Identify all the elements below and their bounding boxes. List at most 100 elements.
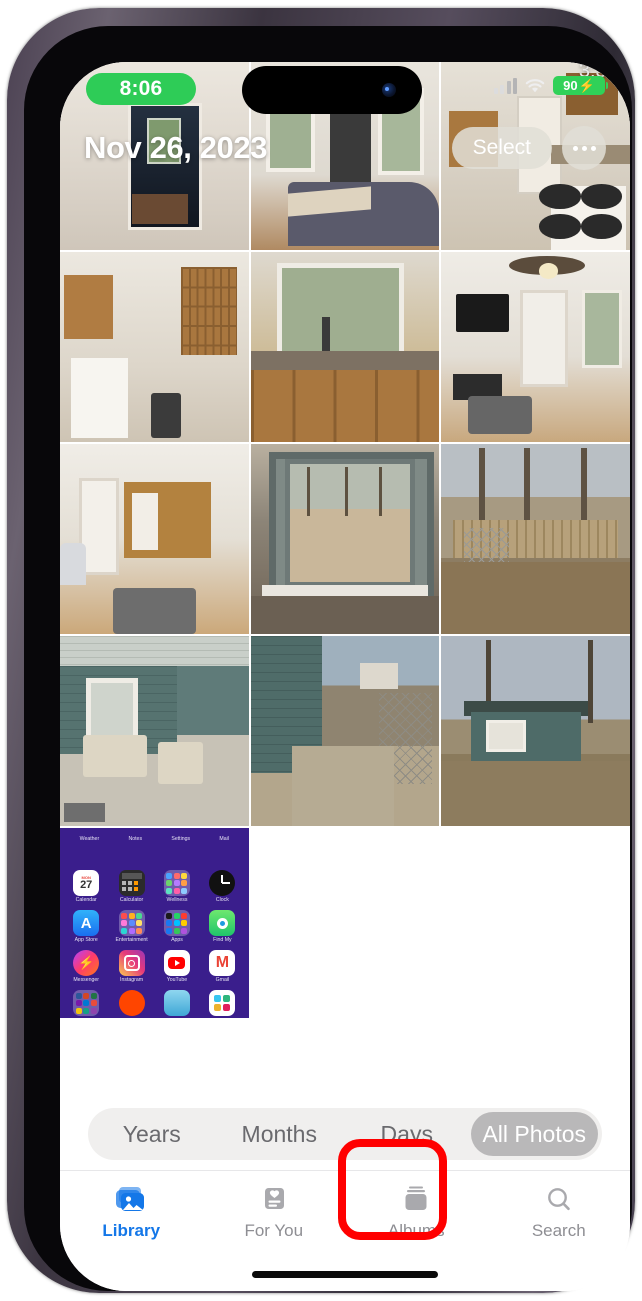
- home-app-gmail[interactable]: M Gmail: [201, 950, 243, 990]
- albums-stack-icon: [399, 1185, 433, 1215]
- tab-label: For You: [244, 1221, 304, 1240]
- photo-thumbnail-large-window-backyard-view[interactable]: [250, 444, 440, 634]
- tab-label: Library: [102, 1221, 161, 1240]
- tab-for-you[interactable]: For You: [203, 1185, 346, 1241]
- photo-grid-empty-slot: [441, 828, 630, 1018]
- home-app-label: Entertainment: [115, 936, 148, 943]
- home-app-label-settings: Settings: [171, 835, 191, 842]
- home-app-label-mail: Mail: [219, 835, 229, 842]
- home-app-label-weather: Weather: [79, 835, 100, 842]
- entertainment-folder-icon: [118, 910, 145, 936]
- calendar-date: 27: [80, 878, 93, 891]
- photo-thumbnail-front-porch-with-furniture[interactable]: [60, 636, 249, 826]
- home-app-label: Apps: [171, 936, 183, 943]
- cellular-signal-icon: [493, 77, 517, 94]
- select-button[interactable]: Select: [451, 127, 552, 169]
- segment-years[interactable]: Years: [88, 1121, 216, 1148]
- calculator-icon: [118, 870, 145, 896]
- home-app-clock[interactable]: Clock: [201, 870, 243, 910]
- home-app-label: Find My: [213, 936, 232, 943]
- photo-thumbnail-exterior-rear-of-house[interactable]: [441, 636, 630, 826]
- photo-grid: 3:36 Weather Notes Settings Mail MON 27 …: [60, 62, 630, 1092]
- segment-all-photos[interactable]: All Photos: [470, 1112, 598, 1156]
- ellipsis-icon-dot: [590, 145, 596, 151]
- home-app-label: Instagram: [120, 976, 144, 983]
- phone-bezel: 3:36 Weather Notes Settings Mail MON 27 …: [24, 26, 632, 1291]
- home-app-label-notes: Notes: [128, 835, 143, 842]
- wellness-folder-icon: [163, 870, 190, 896]
- home-indicator: [252, 1271, 438, 1278]
- home-app-wellness[interactable]: Wellness: [156, 870, 198, 910]
- battery-percent: 90: [563, 78, 578, 93]
- game-icon: [163, 990, 190, 1016]
- photo-grid-row: [60, 252, 630, 442]
- magnifier-icon: [542, 1185, 576, 1215]
- for-you-card-icon: [257, 1185, 291, 1215]
- home-app-messenger[interactable]: ⚡ Messenger: [65, 950, 107, 990]
- phone-frame: 3:36 Weather Notes Settings Mail MON 27 …: [7, 8, 635, 1293]
- home-app-apps[interactable]: Apps: [156, 910, 198, 950]
- timeline-segmented-control[interactable]: Years Months Days All Photos: [88, 1108, 602, 1160]
- photo-grid-row: [60, 444, 630, 634]
- home-app-label: Calculator: [119, 896, 144, 903]
- home-app-label: Messenger: [73, 976, 100, 983]
- home-app-label: Gmail: [215, 976, 230, 983]
- dynamic-island: [242, 66, 422, 114]
- find-my-icon: [209, 910, 236, 936]
- ellipsis-icon-dot: [572, 145, 578, 151]
- page-title: Nov 26, 2023: [84, 130, 268, 165]
- youtube-icon: [163, 950, 190, 976]
- battery-nub: [606, 82, 608, 89]
- home-app-label: Clock: [215, 896, 229, 903]
- header-actions: Select: [451, 126, 606, 170]
- photo-thumbnail-living-room-wide-view[interactable]: [60, 444, 249, 634]
- slack-icon: [209, 990, 236, 1016]
- more-options-button[interactable]: [562, 126, 606, 170]
- home-app-label: YouTube: [166, 976, 188, 983]
- battery-charging-icon: 90 ⚡: [553, 76, 605, 95]
- tab-search[interactable]: Search: [488, 1185, 631, 1241]
- photo-thumbnail-kitchen-with-wood-cabinets[interactable]: [60, 252, 249, 442]
- home-app-label: App Store: [74, 936, 98, 943]
- home-app-label: Calendar: [75, 896, 97, 903]
- home-app-calendar[interactable]: MON 27 Calendar: [65, 870, 107, 910]
- photo-grid-empty-slot: [250, 828, 440, 1018]
- tab-label: Search: [531, 1221, 586, 1240]
- photo-thumbnail-side-walkway-with-fence[interactable]: [250, 636, 440, 826]
- battery-bolt: ⚡: [578, 77, 595, 93]
- segment-months[interactable]: Months: [216, 1121, 344, 1148]
- home-app-find-my[interactable]: Find My: [201, 910, 243, 950]
- home-app-instagram[interactable]: Instagram: [110, 950, 152, 990]
- tab-library[interactable]: Library: [60, 1185, 203, 1241]
- home-app-partial-2[interactable]: [110, 990, 152, 1018]
- home-screen-app-grid: Weather Notes Settings Mail MON 27 Calen…: [60, 828, 249, 1018]
- clock-icon: [209, 870, 236, 896]
- home-app-entertainment[interactable]: Entertainment: [110, 910, 152, 950]
- reddit-icon: [118, 990, 145, 1016]
- instagram-icon: [118, 950, 145, 976]
- photo-stack-icon: [114, 1185, 148, 1215]
- tab-albums[interactable]: Albums: [345, 1185, 488, 1241]
- home-app-partial-1[interactable]: [65, 990, 107, 1018]
- calendar-icon: MON 27: [73, 870, 100, 896]
- photo-thumbnail-living-room-with-tv-and-fan[interactable]: [441, 252, 630, 442]
- home-app-partial-4[interactable]: [201, 990, 243, 1018]
- ellipsis-icon-dot: [581, 145, 587, 151]
- home-app-partial-3[interactable]: [156, 990, 198, 1018]
- phone-screen: 3:36 Weather Notes Settings Mail MON 27 …: [60, 62, 630, 1291]
- home-app-label: Wellness: [166, 896, 188, 903]
- office-folder-icon: [73, 990, 100, 1016]
- photos-header: Nov 26, 2023 Select: [60, 118, 630, 178]
- photo-thumbnail-backyard-with-fence-and-leaves[interactable]: [441, 444, 630, 634]
- photo-thumbnail-home-screen-screenshot[interactable]: Weather Notes Settings Mail MON 27 Calen…: [60, 828, 249, 1018]
- home-app-youtube[interactable]: YouTube: [156, 950, 198, 990]
- gmail-icon: M: [209, 950, 236, 976]
- home-screen-top-labels: Weather Notes Settings Mail: [65, 830, 244, 842]
- wifi-icon: [525, 78, 545, 92]
- segment-days[interactable]: Days: [343, 1121, 471, 1148]
- photo-grid-row: [60, 636, 630, 826]
- photo-thumbnail-kitchen-sink-under-window[interactable]: [250, 252, 440, 442]
- home-app-calculator[interactable]: Calculator: [110, 870, 152, 910]
- home-app-app-store[interactable]: A App Store: [65, 910, 107, 950]
- status-clock: 8:06: [86, 73, 196, 105]
